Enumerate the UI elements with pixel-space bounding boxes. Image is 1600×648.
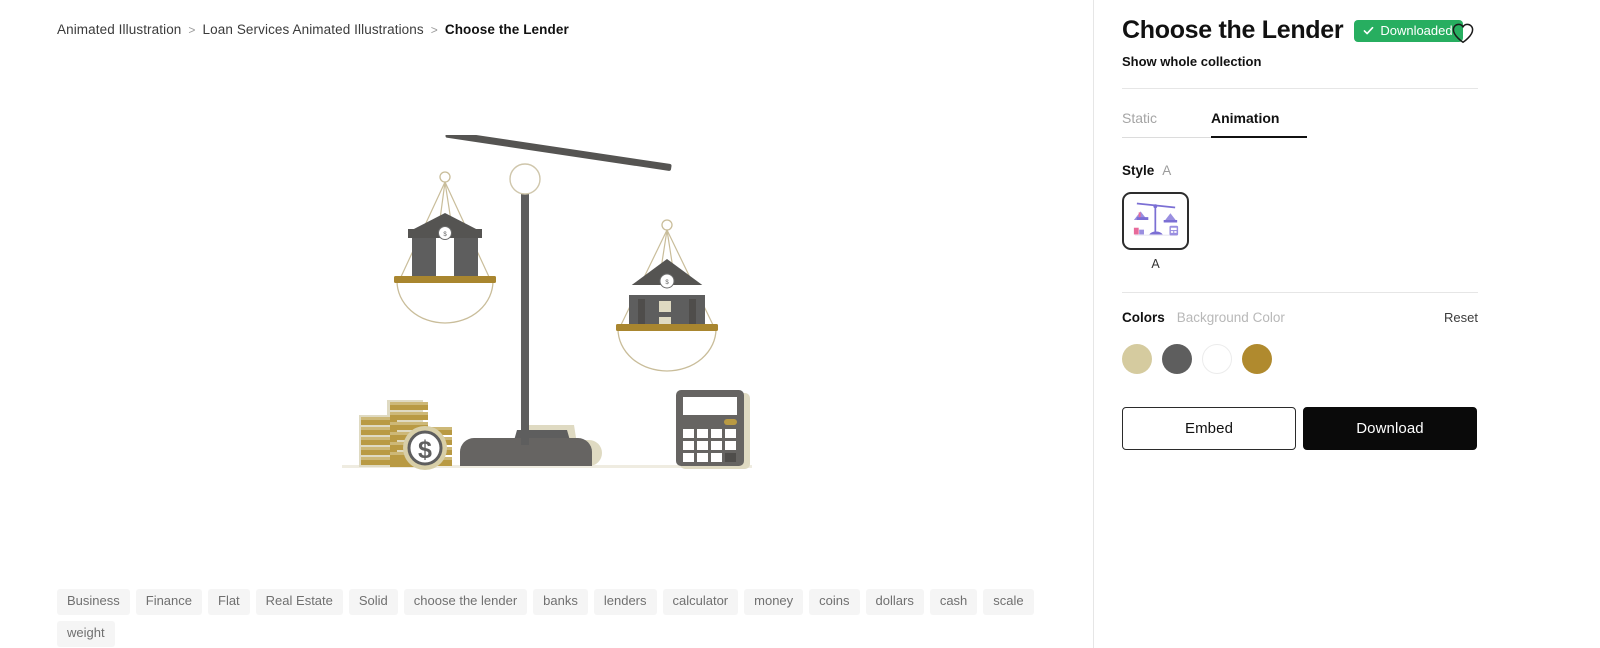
breadcrumb-item-1[interactable]: Loan Services Animated Illustrations (203, 22, 424, 37)
choose-the-lender-scale-illustration: $ $ $ (341, 135, 752, 470)
tab-static[interactable]: Static (1122, 110, 1211, 138)
status-badge: Downloaded (1354, 19, 1463, 42)
svg-text:$: $ (418, 436, 432, 464)
tag-list: Business Finance Flat Real Estate Solid … (57, 589, 1057, 647)
color-swatch-gold[interactable] (1242, 344, 1272, 374)
illustration-canvas: $ $ $ (0, 60, 1093, 560)
style-label: Style (1122, 163, 1155, 178)
tag-chip[interactable]: calculator (662, 589, 739, 615)
view-tabs: Static Animation (1122, 110, 1307, 138)
heart-icon (1452, 23, 1474, 44)
color-swatch-khaki[interactable] (1122, 344, 1152, 374)
title-row: Choose the Lender Downloaded (1122, 18, 1463, 43)
tag-chip[interactable]: dollars (865, 589, 924, 615)
divider (1122, 292, 1478, 293)
embed-button[interactable]: Embed (1122, 407, 1296, 450)
tab-animation[interactable]: Animation (1211, 110, 1307, 138)
tag-chip[interactable]: money (744, 589, 804, 615)
tag-chip[interactable]: Flat (208, 589, 250, 615)
colors-label: Colors (1122, 310, 1165, 325)
breadcrumb: Animated Illustration > Loan Services An… (57, 22, 569, 37)
check-icon (1363, 26, 1374, 34)
style-thumbnail (1122, 192, 1189, 250)
page-title: Choose the Lender (1122, 16, 1344, 44)
style-value: A (1162, 163, 1172, 178)
reset-colors-button[interactable]: Reset (1444, 310, 1478, 325)
breadcrumb-item-0[interactable]: Animated Illustration (57, 22, 181, 37)
colors-row: Colors Background Color Reset (1122, 310, 1478, 325)
tag-chip[interactable]: scale (983, 589, 1034, 615)
show-whole-collection-link[interactable]: Show whole collection (1122, 54, 1261, 69)
style-card-caption: A (1151, 257, 1160, 271)
favorite-button[interactable] (1450, 20, 1476, 46)
page-root: Animated Illustration > Loan Services An… (0, 0, 1600, 648)
background-color-tab[interactable]: Background Color (1177, 310, 1285, 325)
tag-chip[interactable]: coins (809, 589, 860, 615)
status-badge-label: Downloaded (1380, 22, 1453, 38)
download-button[interactable]: Download (1303, 407, 1477, 450)
style-row: Style A (1122, 163, 1171, 178)
tag-chip[interactable]: choose the lender (403, 589, 528, 615)
tag-chip[interactable]: Real Estate (255, 589, 343, 615)
divider (1122, 88, 1478, 89)
tag-chip[interactable]: weight (57, 620, 115, 647)
tag-chip[interactable]: banks (533, 589, 588, 615)
action-row: Embed Download (1122, 407, 1477, 450)
breadcrumb-separator-icon: > (188, 22, 196, 37)
tag-chip[interactable]: lenders (593, 589, 657, 615)
preview-column: Animated Illustration > Loan Services An… (0, 0, 1093, 648)
color-swatch-dark-gray[interactable] (1162, 344, 1192, 374)
style-card-a[interactable]: A (1122, 192, 1189, 271)
color-swatch-list (1122, 344, 1272, 374)
tag-chip[interactable]: Finance (135, 589, 202, 615)
style-thumbnail-scale-icon (1133, 202, 1178, 236)
breadcrumb-separator-icon: > (430, 22, 438, 37)
color-swatch-white[interactable] (1202, 344, 1232, 374)
breadcrumb-item-current: Choose the Lender (444, 22, 569, 37)
style-card-list: A (1122, 192, 1189, 271)
tag-chip[interactable]: cash (929, 589, 978, 615)
tag-chip[interactable]: Solid (348, 589, 398, 615)
tag-chip[interactable]: Business (57, 589, 130, 615)
